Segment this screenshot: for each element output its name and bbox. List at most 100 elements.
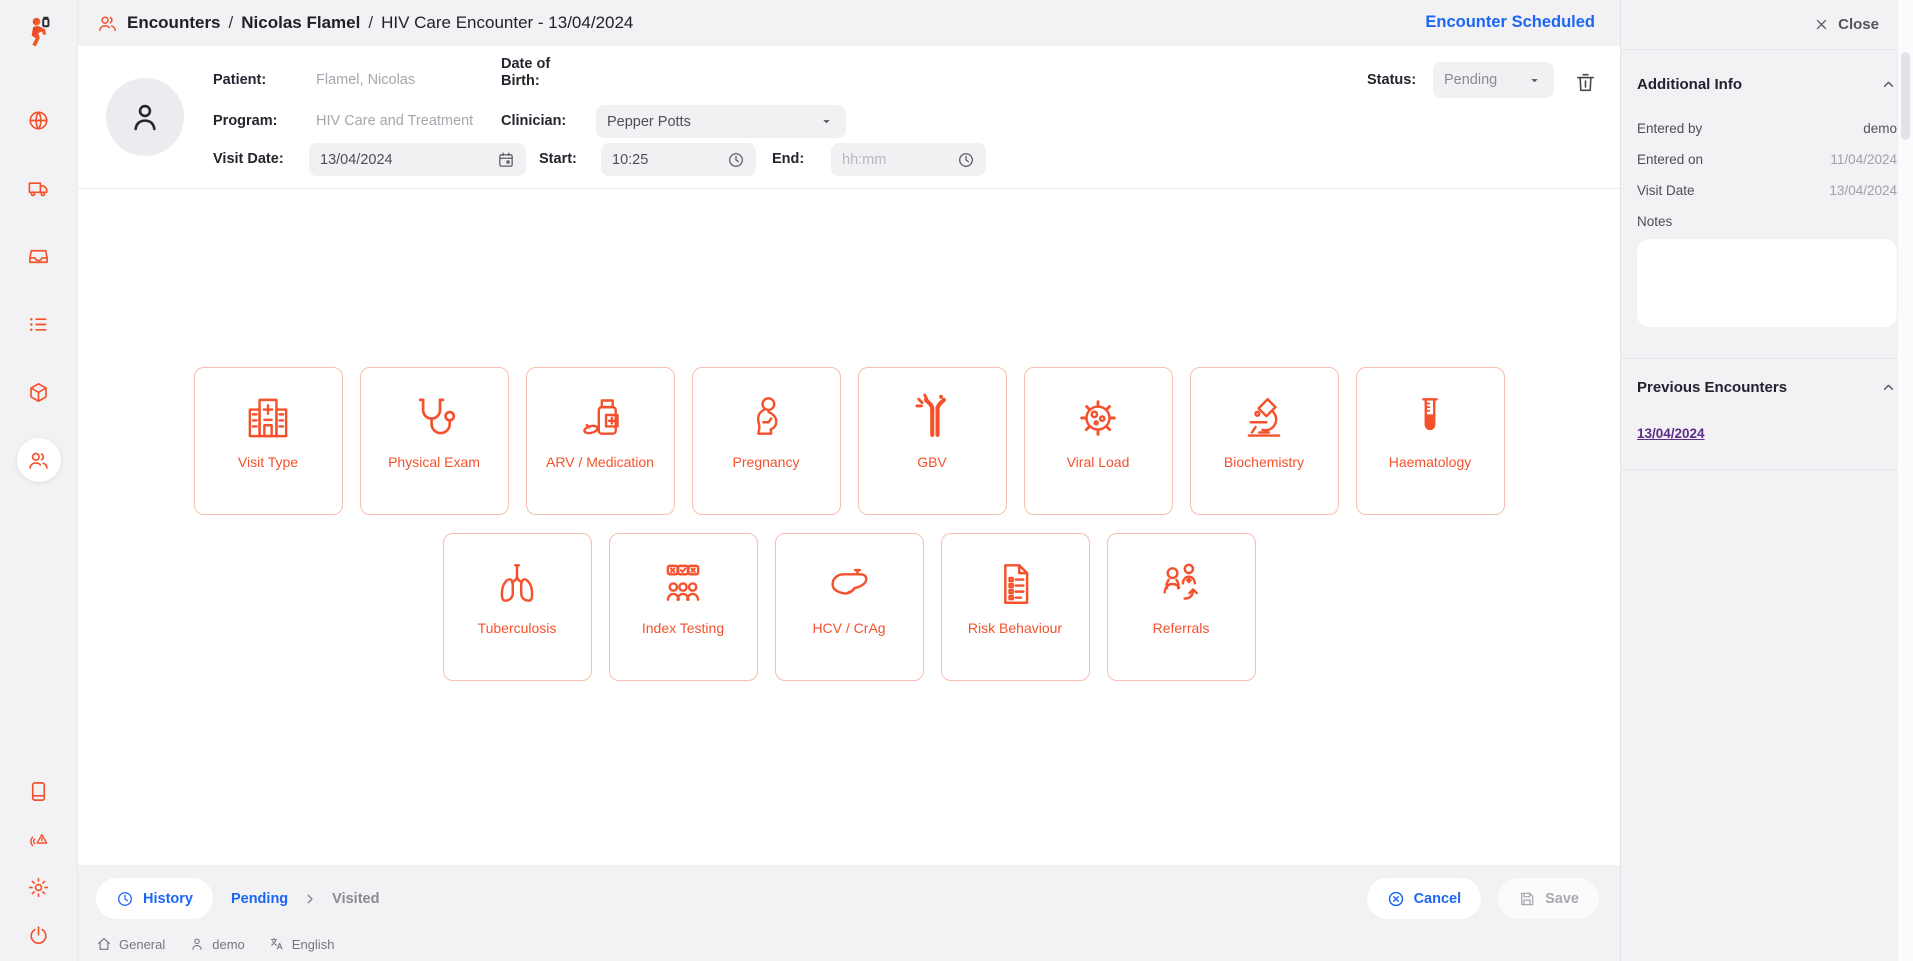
sidebar-nav [17, 98, 61, 482]
info-row-label: Visit Date [1637, 183, 1695, 198]
test-tube-icon [1401, 389, 1459, 447]
sidebar-item-gear[interactable] [17, 865, 61, 909]
pregnancy-icon [737, 389, 795, 447]
card-visit-type[interactable]: Visit Type [194, 367, 343, 515]
translate-icon [269, 936, 285, 952]
breadcrumb-patient[interactable]: Nicolas Flamel [241, 13, 360, 33]
sidebar-item-tablet[interactable] [17, 769, 61, 813]
encounter-scheduled-link[interactable]: Encounter Scheduled [1425, 13, 1595, 32]
breadcrumb-page: HIV Care Encounter - 13/04/2024 [381, 13, 633, 33]
close-x-icon [1814, 17, 1829, 32]
close-panel-button[interactable]: Close [1621, 0, 1913, 50]
additional-info-header: Additional Info [1637, 76, 1897, 93]
card-tuberculosis[interactable]: Tuberculosis [443, 533, 592, 681]
scrollbar-thumb[interactable] [1901, 52, 1910, 140]
patient-value: Flamel, Nicolas [316, 72, 415, 88]
history-label: History [143, 891, 193, 907]
status-select[interactable]: Pending [1433, 62, 1554, 98]
card-physical-exam[interactable]: Physical Exam [360, 367, 509, 515]
info-row: Entered on11/04/2024 [1637, 152, 1897, 167]
lungs-icon [488, 555, 546, 613]
card-arv-medication[interactable]: ARV / Medication [526, 367, 675, 515]
action-bar: History Pending Visited Cancel Save Gener… [78, 865, 1620, 961]
clinician-value: Pepper Potts [607, 114, 818, 130]
caret-down-icon [1526, 72, 1543, 89]
card-label: Tuberculosis [478, 620, 557, 636]
patient-avatar [106, 78, 184, 156]
card-risk-behaviour[interactable]: Risk Behaviour [941, 533, 1090, 681]
sidebar-item-truck[interactable] [17, 166, 61, 210]
visit-date-value: 13/04/2024 [320, 152, 497, 168]
status-footer: General demo English [96, 936, 334, 952]
person-icon [189, 936, 205, 952]
workflow-steps: Pending Visited [231, 891, 379, 907]
start-time-value: 10:25 [612, 152, 727, 168]
delete-encounter-button[interactable] [1574, 71, 1600, 97]
users-icon [97, 13, 118, 34]
language-item[interactable]: English [269, 936, 335, 952]
card-haematology[interactable]: Haematology [1356, 367, 1505, 515]
previous-encounter-link[interactable]: 13/04/2024 [1637, 426, 1705, 441]
sidebar-item-globe[interactable] [17, 98, 61, 142]
visit-date-input[interactable]: 13/04/2024 [309, 143, 526, 176]
calendar-icon[interactable] [497, 151, 515, 169]
chevron-right-icon [302, 891, 318, 907]
start-label: Start: [539, 151, 577, 167]
previous-encounters-links: 13/04/2024 [1637, 396, 1897, 443]
card-label: Index Testing [642, 620, 724, 636]
info-row-value: demo [1863, 121, 1897, 136]
card-pregnancy[interactable]: Pregnancy [692, 367, 841, 515]
stethoscope-icon [405, 389, 463, 447]
status-label: Status: [1367, 72, 1416, 88]
breadcrumb-section[interactable]: Encounters [127, 13, 221, 33]
hospital-icon [239, 389, 297, 447]
context-item[interactable]: General [96, 936, 165, 952]
end-label: End: [772, 151, 804, 167]
card-biochemistry[interactable]: Biochemistry [1190, 367, 1339, 515]
sidebar-item-package[interactable] [17, 370, 61, 414]
sidebar-item-users[interactable] [17, 438, 61, 482]
close-label: Close [1838, 16, 1879, 33]
save-button[interactable]: Save [1498, 878, 1599, 919]
sidebar-item-siren[interactable] [17, 817, 61, 861]
cards-row2: Tuberculosis Index Testing HCV / CrAg Risk … [78, 533, 1620, 681]
card-viral-load[interactable]: Viral Load [1024, 367, 1173, 515]
microscope-icon [1235, 389, 1293, 447]
history-button[interactable]: History [96, 878, 213, 919]
cancel-button[interactable]: Cancel [1367, 878, 1482, 919]
side-panel-body: Additional Info Entered bydemoEntered on… [1621, 76, 1913, 470]
clock-icon[interactable] [957, 151, 975, 169]
clinician-select[interactable]: Pepper Potts [596, 105, 846, 138]
checklist-doc-icon [986, 555, 1044, 613]
card-hcv-crag[interactable]: HCV / CrAg [775, 533, 924, 681]
notes-textarea[interactable] [1637, 239, 1897, 327]
sidebar-item-power[interactable] [17, 913, 61, 957]
program-label: Program: [213, 113, 277, 129]
end-time-placeholder: hh:mm [842, 152, 957, 168]
dob-label: Date of Birth: [501, 56, 565, 90]
sidebar-item-inbox[interactable] [17, 234, 61, 278]
chevron-up-icon[interactable] [1880, 379, 1897, 396]
info-row-value: 13/04/2024 [1829, 183, 1897, 198]
panel-scrollbar[interactable] [1897, 0, 1913, 961]
card-gbv[interactable]: GBV [858, 367, 1007, 515]
step-visited[interactable]: Visited [332, 891, 379, 907]
sidebar-item-list[interactable] [17, 302, 61, 346]
workflow-actions: History Pending Visited [96, 878, 379, 919]
user-item[interactable]: demo [189, 936, 245, 952]
card-referrals[interactable]: Referrals [1107, 533, 1256, 681]
runner-logo-icon[interactable] [18, 12, 60, 58]
step-pending[interactable]: Pending [231, 891, 288, 907]
clock-icon[interactable] [727, 151, 745, 169]
start-time-input[interactable]: 10:25 [601, 143, 756, 176]
end-time-input[interactable]: hh:mm [831, 143, 986, 176]
save-icon [1518, 890, 1536, 908]
card-index-testing[interactable]: Index Testing [609, 533, 758, 681]
patient-info-band: Patient: Flamel, Nicolas Program: HIV Ca… [78, 46, 1620, 189]
save-label: Save [1545, 891, 1579, 907]
card-label: Risk Behaviour [968, 620, 1062, 636]
chevron-up-icon[interactable] [1880, 76, 1897, 93]
card-label: Biochemistry [1224, 454, 1304, 470]
patient-label: Patient: [213, 72, 266, 88]
breadcrumb: Encounters / Nicolas Flamel / HIV Care E… [78, 0, 1620, 46]
